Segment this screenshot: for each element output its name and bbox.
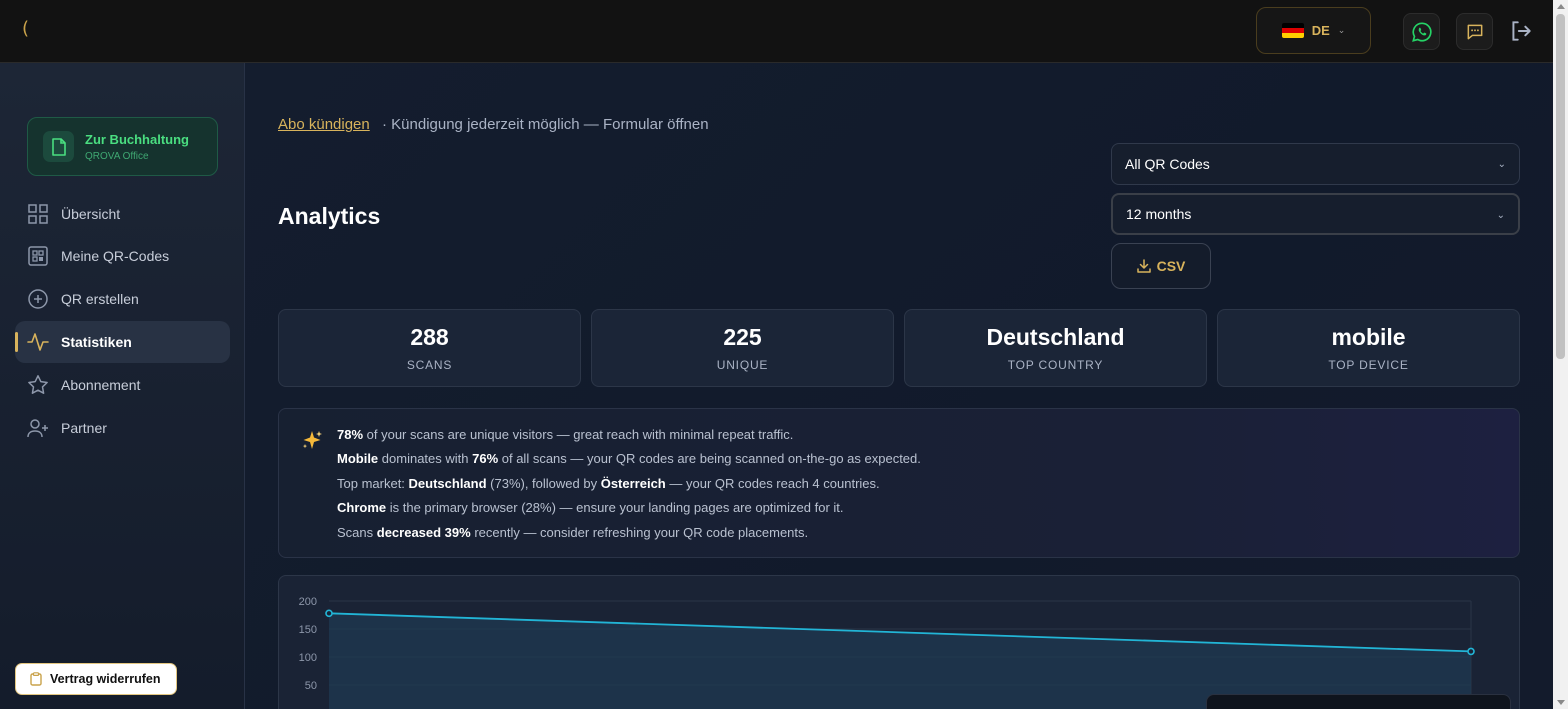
download-icon <box>1136 259 1151 273</box>
y-tick-label: 150 <box>299 624 317 636</box>
scroll-down-arrow[interactable] <box>1557 700 1565 705</box>
logout-icon[interactable] <box>1508 18 1534 44</box>
stat-card-top-country: Deutschland TOP COUNTRY <box>904 309 1207 387</box>
y-tick-label: 200 <box>299 596 317 608</box>
insights-panel: 78% of your scans are unique visitors — … <box>278 408 1520 558</box>
qr-code-filter-select[interactable]: All QR Codes ⌄ <box>1111 143 1520 185</box>
sidebar-item-label: Partner <box>61 420 107 436</box>
y-tick-label: 50 <box>305 680 317 692</box>
chevron-down-icon: ⌄ <box>1496 210 1505 221</box>
revoke-contract-button[interactable]: Vertrag widerrufen <box>15 663 177 695</box>
plus-circle-icon <box>28 289 48 309</box>
sidebar-item-label: Abonnement <box>61 377 141 393</box>
accounting-link-card[interactable]: Zur Buchhaltung QROVA Office <box>27 117 218 176</box>
stat-value: Deutschland <box>986 324 1125 350</box>
stat-card-top-device: mobile TOP DEVICE <box>1217 309 1520 387</box>
period-filter-select[interactable]: 12 months ⌄ <box>1111 193 1520 235</box>
stat-value: 288 <box>410 324 449 350</box>
stat-label: SCANS <box>406 358 453 372</box>
language-selector[interactable]: DE ⌄ <box>1256 7 1371 54</box>
logo[interactable]: ( <box>22 18 29 39</box>
sidebar-item-label: Statistiken <box>61 334 132 350</box>
document-icon <box>43 131 74 162</box>
page-title: Analytics <box>278 203 381 229</box>
stat-label: TOP COUNTRY <box>1007 358 1104 372</box>
sidebar-item-label: Übersicht <box>61 206 121 222</box>
csv-export-button[interactable]: CSV <box>1111 243 1211 289</box>
chart-tooltip <box>1206 694 1511 709</box>
sidebar-item-label: QR erstellen <box>61 291 139 307</box>
period-filter-value: 12 months <box>1126 206 1192 222</box>
qr-code-icon <box>28 246 48 266</box>
chevron-down-icon: ⌄ <box>1337 25 1346 35</box>
csv-label: CSV <box>1156 258 1186 274</box>
accounting-subtitle: QROVA Office <box>85 151 149 162</box>
activity-icon <box>27 333 49 351</box>
qr-code-filter-value: All QR Codes <box>1125 156 1210 172</box>
language-code: DE <box>1311 23 1330 38</box>
sidebar-item-qr-erstellen[interactable]: QR erstellen <box>15 278 230 320</box>
user-plus-icon <box>27 419 48 438</box>
star-icon <box>28 375 48 394</box>
sparkle-icon <box>302 431 322 449</box>
clipboard-icon <box>30 672 42 686</box>
insight-line: Top market: Deutschland (73%), followed … <box>337 476 880 491</box>
stat-value: 225 <box>723 324 762 350</box>
stat-card-unique: 225 UNIQUE <box>591 309 894 387</box>
scroll-thumb[interactable] <box>1556 14 1565 359</box>
chat-icon <box>1467 24 1482 39</box>
whatsapp-button[interactable] <box>1403 13 1440 50</box>
stat-label: UNIQUE <box>716 358 769 372</box>
dashboard-grid-icon <box>28 204 48 224</box>
accounting-title: Zur Buchhaltung <box>85 132 189 147</box>
main-content: Abo kündigen · Kündigung jederzeit mögli… <box>245 63 1553 709</box>
scroll-up-arrow[interactable] <box>1557 4 1565 9</box>
germany-flag-icon <box>1281 23 1304 38</box>
sidebar-item-qr-codes[interactable]: Meine QR-Codes <box>15 235 230 277</box>
insight-line: 78% of your scans are unique visitors — … <box>337 427 794 442</box>
insight-line: Scans decreased 39% recently — consider … <box>337 525 809 540</box>
stat-card-scans: 288 SCANS <box>278 309 581 387</box>
stat-label: TOP DEVICE <box>1328 358 1409 372</box>
sidebar-item-abonnement[interactable]: Abonnement <box>15 364 230 406</box>
sidebar-item-label: Meine QR-Codes <box>61 248 170 264</box>
page-scrollbar[interactable] <box>1553 0 1568 709</box>
cancel-note: · Kündigung jederzeit möglich — Formular… <box>382 116 709 133</box>
insight-line: Chrome is the primary browser (28%) — en… <box>337 500 844 515</box>
data-point <box>325 609 333 618</box>
y-tick-label: 100 <box>299 652 317 664</box>
cancel-subscription-link[interactable]: Abo kündigen <box>278 116 370 133</box>
revoke-contract-label: Vertrag widerrufen <box>50 672 161 686</box>
scans-chart: 200 150 100 50 <box>299 596 1475 709</box>
stat-value: mobile <box>1331 324 1406 350</box>
top-bar: ( DE ⌄ <box>0 0 1553 63</box>
whatsapp-icon <box>1411 21 1432 42</box>
scans-chart-card: 200 150 100 50 <box>278 575 1520 709</box>
chat-button[interactable] <box>1456 13 1493 50</box>
chevron-down-icon: ⌄ <box>1497 159 1506 170</box>
sidebar-item-statistiken[interactable]: Statistiken <box>15 321 230 363</box>
sidebar: Zur Buchhaltung QROVA Office Übersicht M… <box>0 63 245 709</box>
insight-line: Mobile dominates with 76% of all scans —… <box>337 451 921 466</box>
data-point <box>1467 647 1475 656</box>
sidebar-item-partner[interactable]: Partner <box>15 407 230 449</box>
sidebar-item-uebersicht[interactable]: Übersicht <box>15 193 230 235</box>
active-indicator <box>15 332 18 352</box>
